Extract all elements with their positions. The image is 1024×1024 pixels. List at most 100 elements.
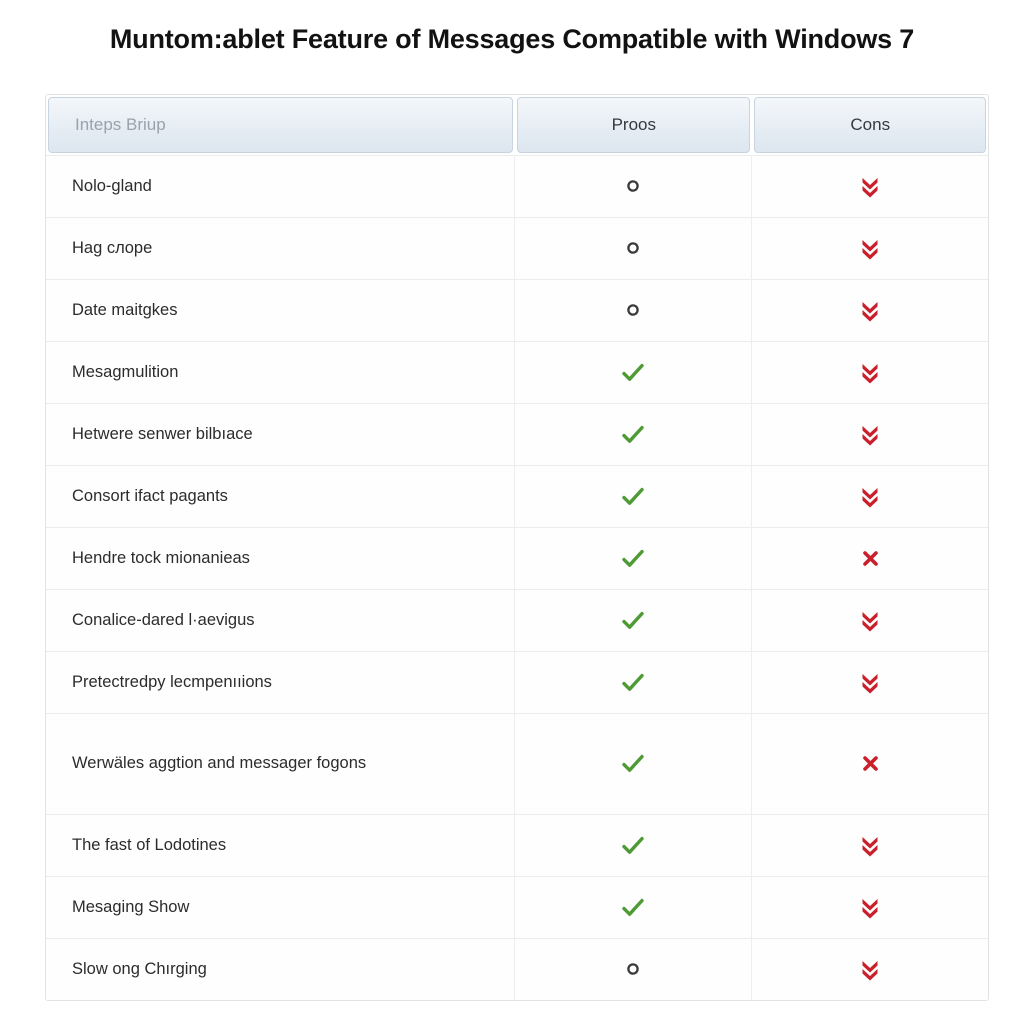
double-chevron-down-icon — [860, 670, 880, 696]
table-header-row: Inteps Briup Proos Cons — [46, 95, 988, 155]
page-title: Muntom:ablet Feature of Messages Compati… — [109, 24, 915, 54]
cell-feature: Slow ong Chırging — [46, 938, 516, 1000]
circle-outline-icon — [626, 179, 640, 193]
cell-feature: The fast of Lodotines — [46, 814, 516, 876]
cell-pros — [515, 589, 753, 651]
comparison-table: Inteps Briup Proos Cons Nolo-gland Hag c… — [46, 95, 988, 1000]
table-row: Werwäles aggtion and messager fogons — [46, 713, 988, 814]
table-row: Conаlice-dared l·aevigus — [46, 589, 988, 651]
cell-cons — [752, 279, 988, 341]
table-row: Pretectredpy lecmpenııions — [46, 651, 988, 713]
feature-label: Mesagmulition — [72, 362, 179, 381]
comparison-table-page: Muntom:ablet Feature of Messages Compati… — [0, 0, 1024, 1024]
cell-cons — [752, 651, 988, 713]
cell-cons — [752, 403, 988, 465]
cell-feature: Hag cлope — [46, 217, 516, 279]
cell-cons — [752, 589, 988, 651]
table-row: Consort ifact pagants — [46, 465, 988, 527]
table-body: Nolo-gland Hag cлope Date maitgkes Mesagmul… — [46, 155, 988, 1000]
cell-pros — [515, 155, 753, 217]
cell-cons — [752, 217, 988, 279]
table-row: Hetwere senwer bilbıace — [46, 403, 988, 465]
double-chevron-down-icon — [860, 422, 880, 448]
cell-cons — [752, 341, 988, 403]
cell-feature: Mesagmulition — [46, 341, 516, 403]
comparison-table-container: Inteps Briup Proos Cons Nolo-gland Hag c… — [45, 94, 989, 1001]
check-icon — [620, 608, 646, 634]
table-row: Mesaging Show — [46, 876, 988, 938]
cell-feature: Pretectredpy lecmpenııions — [46, 651, 516, 713]
circle-outline-icon — [626, 303, 640, 317]
cell-feature: Hendre tock mionanieas — [46, 527, 516, 589]
cell-pros — [515, 938, 753, 1000]
cell-cons — [752, 465, 988, 527]
cell-feature: Consort ifact pagants — [46, 465, 516, 527]
feature-label: Conаlice-dared l·aevigus — [72, 610, 255, 629]
column-header-pros[interactable]: Proos — [515, 95, 753, 155]
double-chevron-down-icon — [860, 174, 880, 200]
cell-pros — [515, 465, 753, 527]
double-chevron-down-icon — [860, 298, 880, 324]
check-icon — [620, 546, 646, 572]
table-row: Date maitgkes — [46, 279, 988, 341]
check-icon — [620, 751, 646, 777]
feature-label: Nolo-gland — [72, 176, 152, 195]
check-icon — [620, 484, 646, 510]
cell-cons — [752, 527, 988, 589]
cell-feature: Nolo-gland — [46, 155, 516, 217]
cell-feature: Werwäles aggtion and messager fogons — [46, 713, 516, 814]
double-chevron-down-icon — [860, 484, 880, 510]
cell-pros — [515, 527, 753, 589]
check-icon — [620, 670, 646, 696]
table-row: Hag cлope — [46, 217, 988, 279]
feature-label: Hetwere senwer bilbıace — [72, 424, 253, 443]
cell-pros — [515, 279, 753, 341]
table-row: Mesagmulition — [46, 341, 988, 403]
check-icon — [620, 422, 646, 448]
check-icon — [620, 895, 646, 921]
cell-feature: Date maitgkes — [46, 279, 516, 341]
cell-cons — [752, 713, 988, 814]
cell-pros — [515, 713, 753, 814]
cell-pros — [515, 217, 753, 279]
feature-label: The fast of Lodotines — [72, 835, 227, 854]
double-chevron-down-icon — [860, 833, 880, 859]
cell-cons — [752, 938, 988, 1000]
feature-label: Pretectredpy lecmpenııions — [72, 672, 272, 691]
double-chevron-down-icon — [860, 608, 880, 634]
feature-label: Slow ong Chırging — [72, 959, 207, 978]
column-header-feature[interactable]: Inteps Briup — [46, 95, 516, 155]
cell-pros — [515, 341, 753, 403]
cell-feature: Hetwere senwer bilbıace — [46, 403, 516, 465]
feature-label: Mesaging Show — [72, 897, 190, 916]
column-header-feature-label: Inteps Briup — [75, 115, 166, 134]
cell-pros — [515, 651, 753, 713]
double-chevron-down-icon — [860, 957, 880, 983]
feature-label: Hendre tock mionanieas — [72, 548, 250, 567]
table-row: Hendre tock mionanieas — [46, 527, 988, 589]
cell-pros — [515, 403, 753, 465]
check-icon — [620, 360, 646, 386]
circle-outline-icon — [626, 241, 640, 255]
feature-label: Werwäles aggtion and messager fogons — [72, 754, 367, 773]
cross-icon — [862, 755, 879, 772]
circle-outline-icon — [626, 962, 640, 976]
feature-label: Date maitgkes — [72, 300, 178, 319]
cell-feature: Conаlice-dared l·aevigus — [46, 589, 516, 651]
cross-icon — [862, 550, 879, 567]
table-row: Nolo-gland — [46, 155, 988, 217]
feature-label: Hag cлope — [72, 238, 153, 257]
column-header-cons[interactable]: Cons — [752, 95, 988, 155]
check-icon — [620, 833, 646, 859]
cell-cons — [752, 155, 988, 217]
table-row: The fast of Lodotines — [46, 814, 988, 876]
column-header-pros-label: Proos — [611, 115, 656, 134]
table-row: Slow ong Chırging — [46, 938, 988, 1000]
table-header: Inteps Briup Proos Cons — [46, 95, 988, 155]
cell-feature: Mesaging Show — [46, 876, 516, 938]
double-chevron-down-icon — [860, 360, 880, 386]
cell-cons — [752, 814, 988, 876]
cell-cons — [752, 876, 988, 938]
cell-pros — [515, 814, 753, 876]
column-header-cons-label: Cons — [850, 115, 891, 134]
